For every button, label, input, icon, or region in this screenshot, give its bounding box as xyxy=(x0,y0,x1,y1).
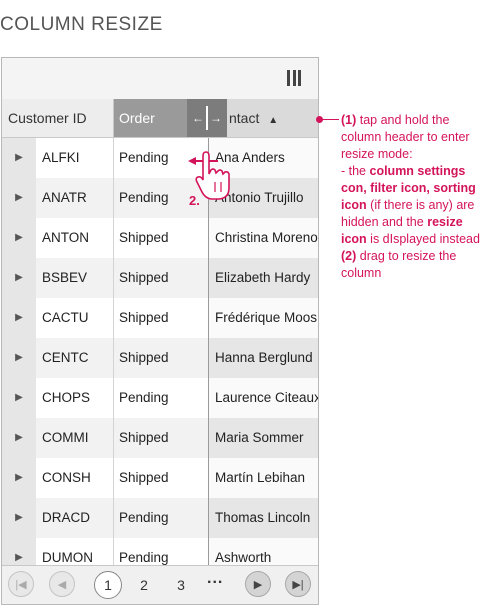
data-grid: Customer ID Order ← → ntact ▲ ▶ ALFKI Pend… xyxy=(1,57,319,605)
prev-page-button[interactable]: ◀ xyxy=(49,571,75,597)
cell-customer-id: CHOPS xyxy=(36,378,114,418)
cell-order: Pending xyxy=(119,510,169,525)
arrow-right-icon: → xyxy=(210,111,222,125)
annotation-text: (1) tap and hold the column header to en… xyxy=(341,112,480,282)
expand-row-icon[interactable]: ▶ xyxy=(2,138,36,178)
expand-row-icon[interactable]: ▶ xyxy=(2,458,36,498)
cell-customer-id: COMMI xyxy=(36,418,114,458)
cell-order: Shipped xyxy=(119,430,169,445)
header-order[interactable]: Order xyxy=(114,99,187,137)
cell-order: Pending xyxy=(119,390,169,405)
expand-row-icon[interactable]: ▶ xyxy=(2,178,36,218)
cell-contact: Laurence Citeaux xyxy=(208,378,318,418)
expand-row-icon[interactable]: ▶ xyxy=(2,298,36,338)
table-row[interactable]: ▶ CONSH Shipped Martín Lebihan xyxy=(2,458,318,498)
next-page-button[interactable]: ▶ xyxy=(245,571,271,597)
expand-row-icon[interactable]: ▶ xyxy=(2,418,36,458)
next-page-icon: ▶ xyxy=(253,578,263,591)
page-3-button[interactable]: 3 xyxy=(167,571,195,599)
cell-contact: Elizabeth Hardy xyxy=(208,258,318,298)
callout-line xyxy=(319,119,339,120)
header-contact-label: ntact xyxy=(229,110,260,126)
page-1-button[interactable]: 1 xyxy=(94,571,122,599)
cell-customer-id: ANATR xyxy=(36,178,114,218)
table-row[interactable]: ▶ DRACD Pending Thomas Lincoln xyxy=(2,498,318,538)
cell-contact: Maria Sommer xyxy=(208,418,318,458)
cell-contact: Christina Moreno xyxy=(208,218,318,258)
cell-customer-id: CONSH xyxy=(36,458,114,498)
table-row[interactable]: ▶ CACTU Shipped Frédérique Moos xyxy=(2,298,318,338)
table-row[interactable]: ▶ ALFKI Pending Ana Anders xyxy=(2,138,318,178)
table-row[interactable]: ▶ CHOPS Pending Laurence Citeaux xyxy=(2,378,318,418)
hand-pointer-icon xyxy=(195,151,230,200)
last-page-icon: ▶| xyxy=(292,578,304,591)
page-title: COLUMN RESIZE xyxy=(0,14,163,35)
cell-order: Shipped xyxy=(119,310,169,325)
resize-icon[interactable]: ← → xyxy=(187,99,227,137)
cell-contact: Thomas Lincoln xyxy=(208,498,318,538)
cell-customer-id: BSBEV xyxy=(36,258,114,298)
grid-toolbar xyxy=(2,58,318,100)
header-customer-id[interactable]: Customer ID xyxy=(2,99,114,137)
first-page-button[interactable]: |◀ xyxy=(8,571,34,597)
annotation-dash: - the xyxy=(341,164,370,178)
cell-customer-id: ANTON xyxy=(36,218,114,258)
arrow-left-icon: ← xyxy=(192,111,204,125)
cell-customer-id: DRACD xyxy=(36,498,114,538)
grid-header: Customer ID Order ← → ntact ▲ xyxy=(2,99,318,138)
first-page-icon: |◀ xyxy=(15,578,27,591)
table-row[interactable]: ▶ COMMI Shipped Maria Sommer xyxy=(2,418,318,458)
expand-row-icon[interactable]: ▶ xyxy=(2,498,36,538)
step-2-label: 2. xyxy=(189,193,200,208)
step-1-text: tap and hold the column header to enter … xyxy=(341,113,470,161)
cell-contact: Martín Lebihan xyxy=(208,458,318,498)
last-page-button[interactable]: ▶| xyxy=(285,571,311,597)
step-2-text: drag to resize the column xyxy=(341,249,457,280)
cell-order: Shipped xyxy=(119,270,169,285)
expand-row-icon[interactable]: ▶ xyxy=(2,218,36,258)
cell-order: Shipped xyxy=(119,230,169,245)
table-row[interactable]: ▶ CENTC Shipped Hanna Berglund xyxy=(2,338,318,378)
sort-ascending-icon: ▲ xyxy=(268,115,279,126)
page-ellipsis[interactable]: ... xyxy=(207,570,223,588)
expand-row-icon[interactable]: ▶ xyxy=(2,258,36,298)
cell-customer-id: ALFKI xyxy=(36,138,114,178)
table-row[interactable]: ▶ ANATR Pending Antonio Trujillo xyxy=(2,178,318,218)
columns-icon[interactable] xyxy=(287,70,301,86)
cell-order: Shipped xyxy=(119,350,169,365)
step-2-annot-label: (2) xyxy=(341,249,357,263)
pager: |◀ ◀ 1 2 3 ... ▶ ▶| xyxy=(2,565,318,604)
table-row[interactable]: ▶ BSBEV Shipped Elizabeth Hardy xyxy=(2,258,318,298)
expand-row-icon[interactable]: ▶ xyxy=(2,338,36,378)
cell-contact: Hanna Berglund xyxy=(208,338,318,378)
annotation-end: is dIsplayed instead xyxy=(366,232,480,246)
grid-body: ▶ ALFKI Pending Ana Anders ▶ ANATR Pending Anto… xyxy=(2,138,318,578)
cell-customer-id: CACTU xyxy=(36,298,114,338)
resize-divider xyxy=(206,106,208,130)
header-contact[interactable]: ntact ▲ xyxy=(227,99,318,137)
table-row[interactable]: ▶ ANTON Shipped Christina Moreno xyxy=(2,218,318,258)
step-1-label: (1) xyxy=(341,113,357,127)
cell-customer-id: CENTC xyxy=(36,338,114,378)
cell-contact: Frédérique Moos xyxy=(208,298,318,338)
page-2-button[interactable]: 2 xyxy=(130,571,158,599)
expand-row-icon[interactable]: ▶ xyxy=(2,378,36,418)
cell-order: Shipped xyxy=(119,470,169,485)
prev-page-icon: ◀ xyxy=(57,578,67,591)
